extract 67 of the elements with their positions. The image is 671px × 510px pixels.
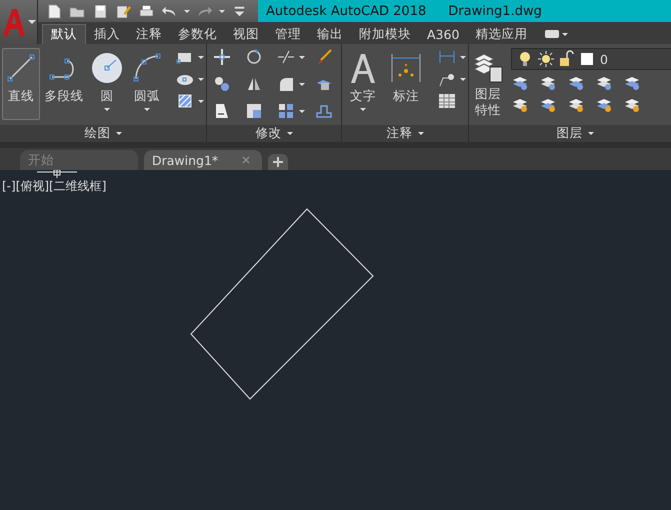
layer-tool-icon[interactable] (539, 96, 557, 114)
array-icon[interactable] (277, 102, 295, 120)
caret-icon[interactable] (184, 10, 190, 12)
ribbon-tool-button[interactable]: 多段线 (42, 48, 86, 120)
layer-tool-icon[interactable] (539, 74, 557, 92)
scale-icon[interactable] (245, 102, 263, 120)
letter-logo-icon (1, 7, 27, 37)
caret-icon[interactable] (198, 100, 204, 102)
layer-name: 0 (600, 52, 608, 66)
rotate-icon[interactable] (245, 48, 263, 66)
new-file-icon[interactable] (46, 2, 63, 20)
ribbon-tool-button[interactable]: 图层特性 (471, 48, 505, 120)
ribbon-tab[interactable]: 附加模块 (351, 24, 419, 44)
layer-tool-icon[interactable] (567, 74, 585, 92)
ribbon-tool-button[interactable]: 圆弧 (128, 48, 166, 120)
caret-icon[interactable] (198, 56, 204, 58)
copy-icon[interactable] (213, 75, 231, 94)
lock-icon (558, 50, 576, 68)
document-tab[interactable]: Drawing1* (144, 150, 262, 170)
ribbon-tab[interactable]: 默认 (42, 24, 86, 44)
table-icon[interactable] (438, 92, 456, 110)
layer-tool-icon[interactable] (511, 96, 529, 114)
ribbon-tab[interactable]: 参数化 (170, 24, 225, 44)
caret-icon[interactable] (219, 10, 225, 12)
layer-tool-icon[interactable] (567, 96, 585, 114)
save-icon[interactable] (92, 2, 109, 20)
stretch-icon[interactable] (213, 102, 231, 120)
circle-icon (90, 51, 124, 85)
move-icon[interactable] (213, 48, 231, 66)
ribbon-tool-button[interactable]: 圆 (88, 48, 126, 120)
crosshair-cursor-drawing (37, 170, 77, 178)
panel-title[interactable]: 图层 (469, 124, 671, 142)
dimension-icon (389, 51, 423, 85)
viewport-label[interactable]: [-][俯视][二维线框] (2, 178, 106, 195)
panel-title[interactable]: 修改 (207, 124, 341, 142)
layer-tool-icon[interactable] (511, 74, 529, 92)
ribbon-tool-button[interactable]: 标注 (384, 48, 428, 120)
panel-title[interactable]: 绘图 (0, 124, 206, 142)
fillet-icon[interactable] (277, 75, 295, 94)
color-swatch (581, 53, 593, 65)
ribbon-tab[interactable]: 视图 (225, 24, 267, 44)
layer-dropdown[interactable]: 0 (511, 48, 671, 70)
hatch-icon[interactable] (176, 92, 194, 110)
layer-properties-icon (472, 51, 504, 83)
panel-title[interactable]: 注释 (342, 124, 468, 142)
ribbon-tab[interactable]: 插入 (86, 24, 128, 44)
ribbon-tab[interactable]: 管理 (267, 24, 309, 44)
brush-icon[interactable] (315, 48, 333, 66)
linear-dimension-icon[interactable] (438, 48, 456, 66)
layer-tool-icon[interactable] (595, 96, 613, 114)
file-name: Drawing1.dwg (448, 4, 542, 18)
ribbon-tool-button[interactable]: 直线 (2, 48, 40, 120)
caret-icon[interactable] (198, 78, 204, 80)
new-tab-button[interactable] (268, 154, 288, 170)
application-title: Autodesk AutoCAD 2018 (266, 4, 426, 18)
plus-icon (273, 157, 283, 167)
ribbon-tool-button[interactable]: 文字 (344, 48, 382, 120)
layer-tool-icon[interactable] (623, 96, 641, 114)
ribbon-tab[interactable]: 注释 (128, 24, 170, 44)
ribbon-tab[interactable]: A360 (419, 24, 468, 44)
ribbon-tab[interactable]: 精选应用 (467, 24, 536, 44)
application-menu-button[interactable] (0, 0, 38, 44)
layer-tool-icon[interactable] (623, 74, 641, 92)
sun-icon (537, 50, 555, 68)
trim-icon[interactable] (277, 48, 295, 66)
ribbon-tab[interactable]: 输出 (309, 24, 351, 44)
layer-tool-icon[interactable] (595, 74, 613, 92)
